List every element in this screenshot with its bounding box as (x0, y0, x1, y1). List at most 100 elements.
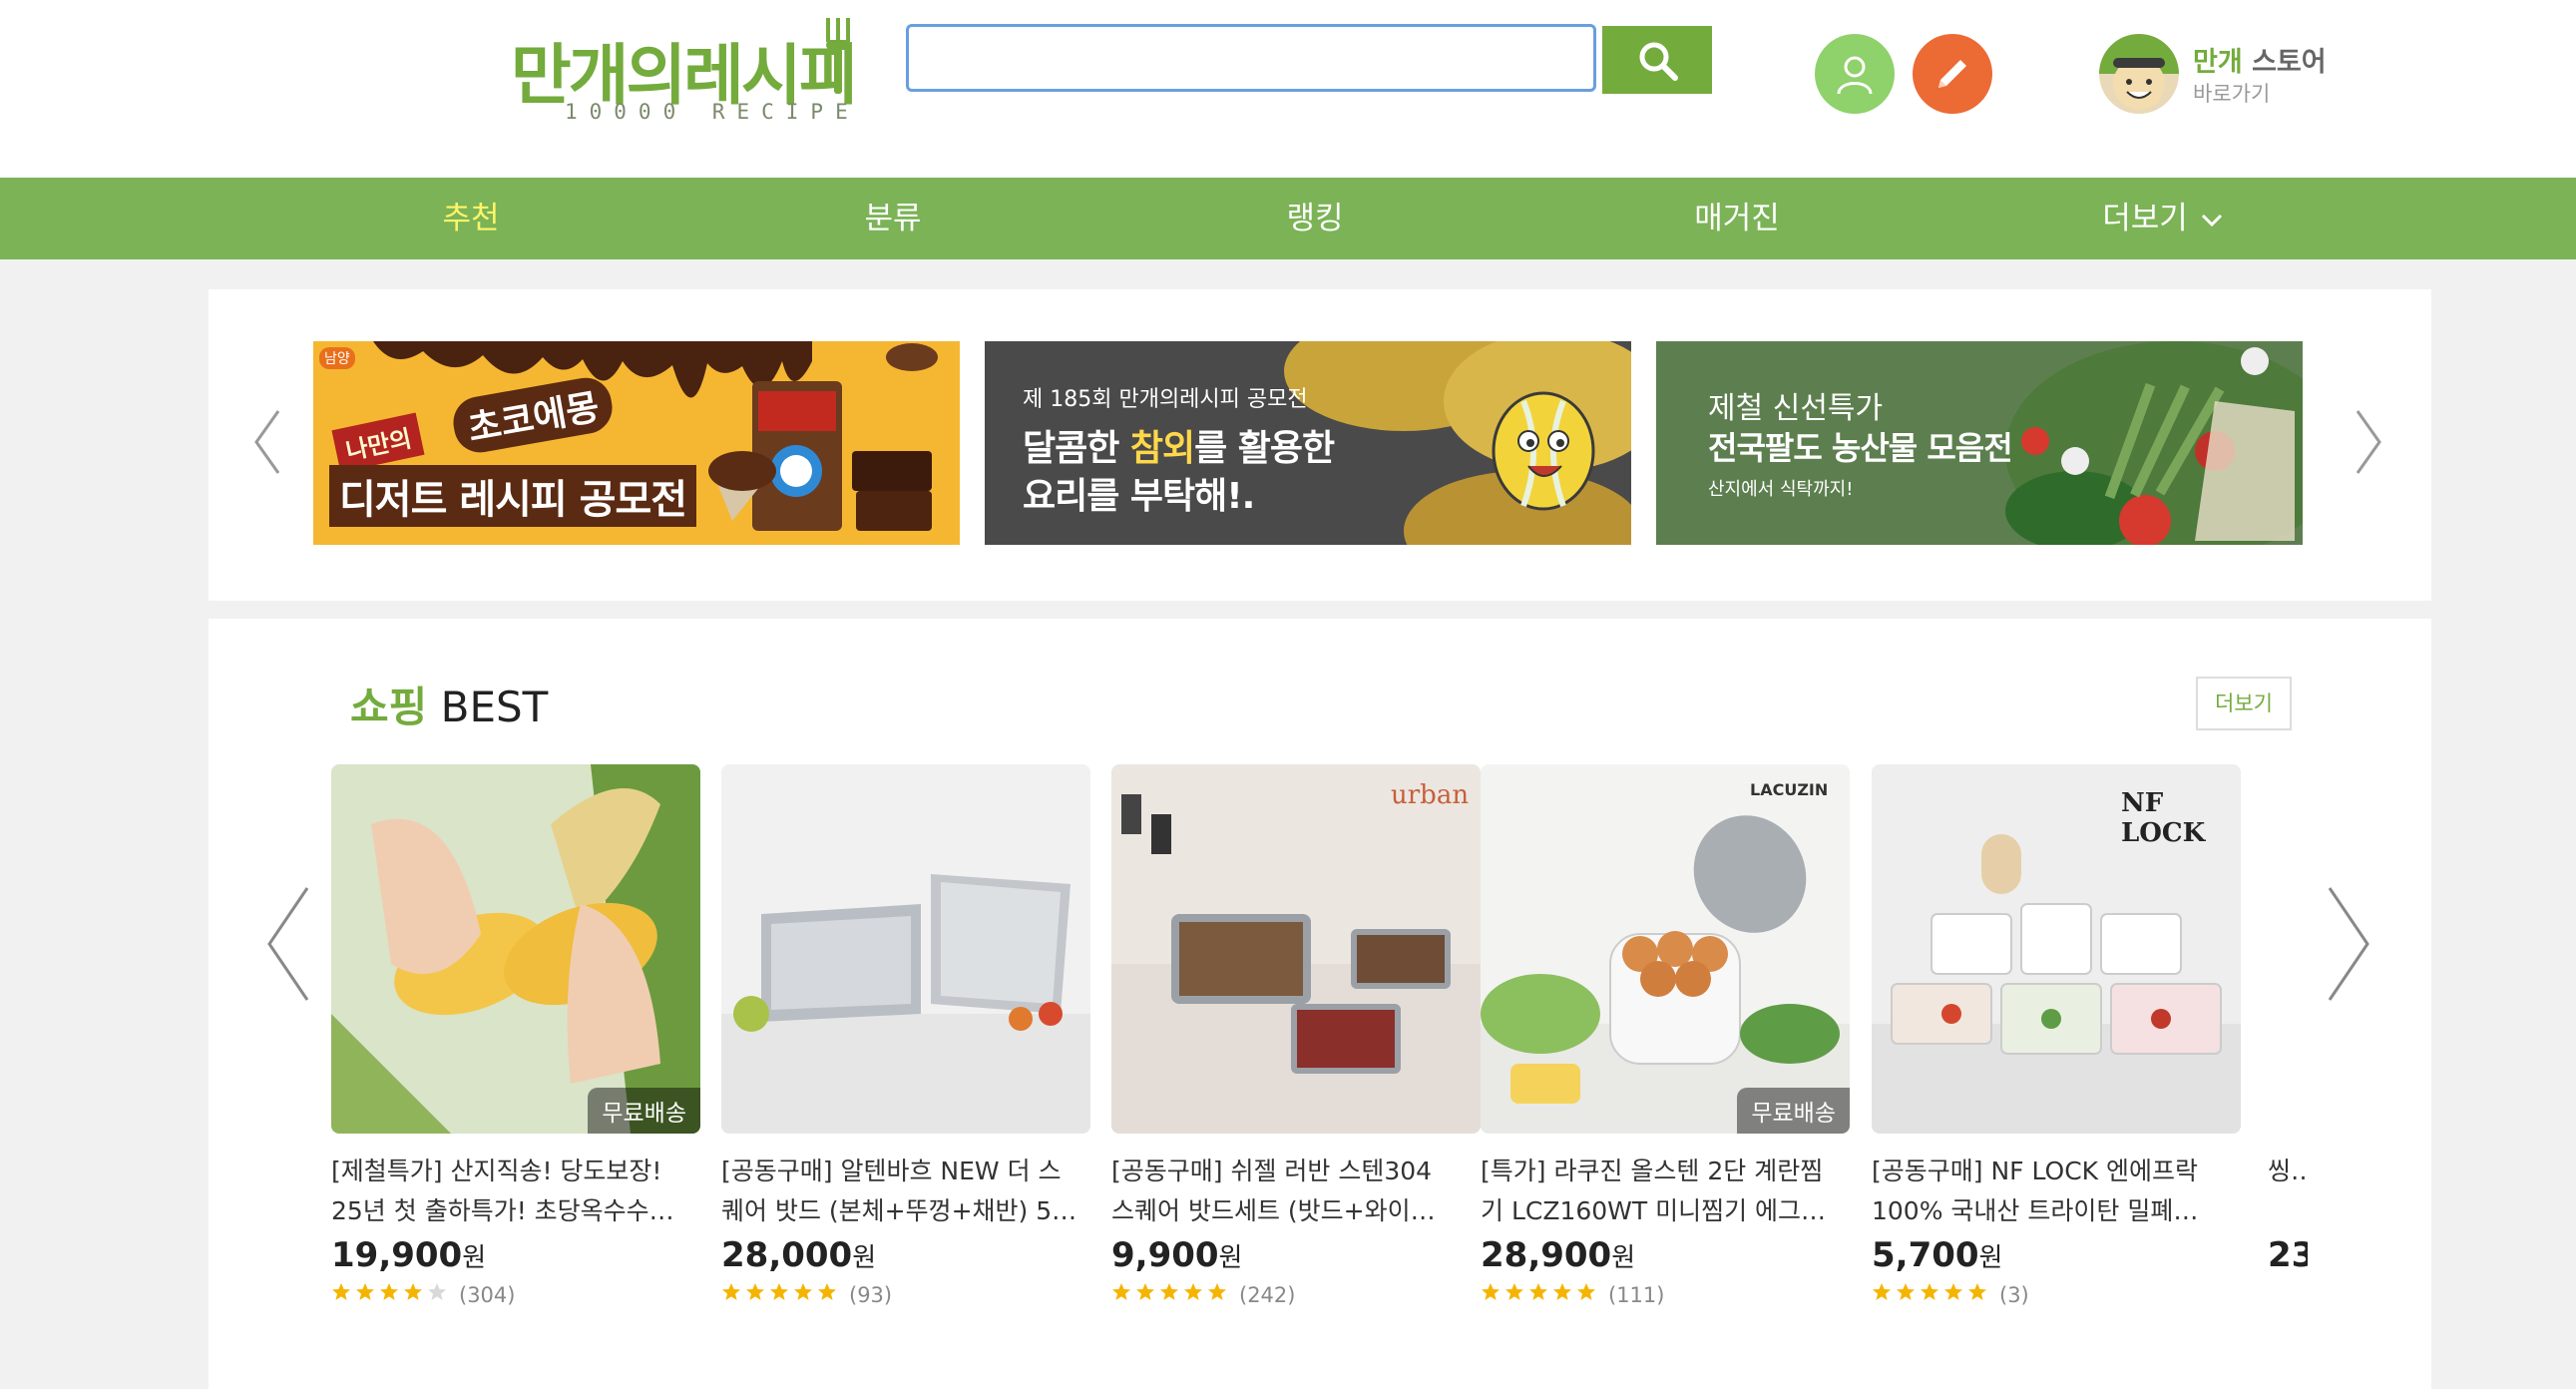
corn-image (331, 764, 700, 1134)
product-brand-mark: urban (1391, 780, 1470, 810)
product-price: 19,900원 (331, 1235, 487, 1275)
product-card[interactable]: LACUZIN 무료배송 [특가] 라쿠진 올스텐 2단 계란찜 기 LCZ16… (1481, 764, 1850, 1309)
product-rating: (111) (1481, 1281, 1850, 1309)
product-image[interactable]: LACUZIN 무료배송 (1481, 764, 1850, 1134)
product-rating: (242) (1111, 1281, 1481, 1309)
star-icon (380, 1283, 398, 1300)
product-image[interactable]: urban (1111, 764, 1481, 1134)
nav-item-category[interactable]: 분류 (743, 178, 1043, 259)
banner-fresh-produce[interactable]: 제철 신선특가 전국팔도 농산물 모음전 산지에서 식탁까지! (1656, 341, 2303, 545)
banner3-line2: 전국팔도 농산물 모음전 (1708, 429, 2013, 467)
free-shipping-badge: 무료배송 (588, 1088, 700, 1134)
review-count: (242) (1239, 1282, 1296, 1307)
banner-next-arrow-icon[interactable] (2354, 407, 2383, 477)
nav-item-ranking[interactable]: 랭킹 (1165, 178, 1465, 259)
star-icon (1112, 1283, 1130, 1300)
star-icon (818, 1283, 836, 1300)
banner3-line3: 산지에서 식탁까지! (1708, 479, 1854, 500)
banner-melon-contest[interactable]: 제 185회 만개의레시피 공모전 달콤한 참외를 활용한 요리를 부탁해!. (985, 341, 1631, 545)
star-icon (1577, 1283, 1595, 1300)
product-image[interactable]: NF LOCK (1872, 764, 2241, 1134)
product-rating: (3) (1872, 1281, 2241, 1309)
product-card[interactable]: 씽크 23 (2268, 764, 2308, 1275)
star-icon (1968, 1283, 1986, 1300)
star-rating-icon (721, 1281, 843, 1308)
product-card[interactable]: 무료배송 [제철특가] 산지직송! 당도보장! 25년 첫 출하특가! 초당옥수… (331, 764, 700, 1309)
site-header: 만개의레시피 10000 RECIPE 만개 스토어 바로가기 (0, 0, 2576, 178)
product-name: [제철특가] 산지직송! 당도보장! 25년 첫 출하특가! 초당옥수수… (331, 1157, 674, 1225)
product-card[interactable]: NF LOCK [공동구매] NF LOCK 엔에프락 100% 국내산 트라이… (1872, 764, 2241, 1309)
product-price: 5,700원 (1872, 1235, 2003, 1275)
product-name: 씽크 (2268, 1157, 2308, 1185)
fork-icon (826, 18, 850, 94)
store-link[interactable]: 만개 스토어 바로가기 (2099, 32, 2359, 116)
banner2-line1: 제 185회 만개의레시피 공모전 (1023, 387, 1308, 412)
product-price: 9,900원 (1111, 1235, 1243, 1275)
product-name: [공동구매] 쉬젤 러반 스텐304 스퀘어 밧드세트 (밧드+와이… (1111, 1157, 1436, 1225)
star-icon (1482, 1283, 1500, 1300)
shop-next-arrow-icon[interactable] (2324, 884, 2373, 1004)
product-card[interactable]: [공동구매] 알텐바흐 NEW 더 스 퀘어 밧드 (본체+뚜껑+채반) 5… … (721, 764, 1090, 1309)
pencil-icon (1938, 60, 1966, 88)
square-tray-image (721, 764, 1090, 1134)
star-icon (746, 1283, 764, 1300)
nav-item-magazine[interactable]: 매거진 (1587, 178, 1887, 259)
nav-item-more-label: 더보기 (2102, 201, 2188, 236)
star-icon (1505, 1283, 1523, 1300)
review-count: (93) (849, 1282, 893, 1307)
nav-item-recommend[interactable]: 추천 (321, 178, 621, 259)
nav-item-more[interactable]: 더보기 (2013, 178, 2313, 259)
tray-set-image (1111, 764, 1481, 1134)
product-card[interactable]: urban [공동구매] 쉬젤 러반 스텐304 스퀘어 밧드세트 (밧드+와이… (1111, 764, 1481, 1309)
product-brand-mark: LACUZIN (1750, 780, 1829, 799)
site-logo[interactable]: 만개의레시피 10000 RECIPE (511, 14, 859, 134)
star-icon (356, 1283, 374, 1300)
star-rating-icon (331, 1281, 453, 1308)
star-icon (1184, 1283, 1202, 1300)
banner-carousel: 남양 나만의 초코에몽 디저트 레시피 공모전 제 185회 만개의레시피 공모… (209, 289, 2431, 601)
product-price: 28,000원 (721, 1235, 877, 1275)
section-title: 쇼핑 BEST (350, 683, 549, 731)
product-price: 28,900원 (1481, 1235, 1636, 1275)
banner2-line2: 달콤한 참외를 활용한 (1023, 428, 1335, 469)
banner3-line1: 제철 신선특가 (1708, 391, 1884, 426)
star-icon (428, 1283, 446, 1300)
search-input[interactable] (906, 24, 1596, 92)
star-icon (1553, 1283, 1571, 1300)
more-button[interactable]: 더보기 (2196, 677, 2292, 730)
write-recipe-button[interactable] (1913, 34, 1992, 114)
star-rating-icon (1481, 1281, 1602, 1308)
search-button[interactable] (1602, 26, 1712, 94)
product-name: [공동구매] 알텐바흐 NEW 더 스 퀘어 밧드 (본체+뚜껑+채반) 5… (721, 1157, 1077, 1225)
store-mascot-icon (2099, 34, 2179, 114)
logo-subtitle: 10000 RECIPE (565, 100, 860, 124)
star-icon (1136, 1283, 1154, 1300)
banner-dessert-contest[interactable]: 남양 나만의 초코에몽 디저트 레시피 공모전 (313, 341, 960, 545)
store-title: 만개 스토어 (2193, 47, 2327, 78)
product-rating: (304) (331, 1281, 700, 1309)
product-name: [특가] 라쿠진 올스텐 2단 계란찜 기 LCZ160WT 미니찜기 에그… (1481, 1157, 1827, 1225)
banner1-brand-logo: 남양 (319, 347, 355, 369)
store-subtitle: 바로가기 (2193, 82, 2271, 106)
banner1-title: 디저트 레시피 공모전 (329, 465, 697, 527)
product-name: [공동구매] NF LOCK 엔에프락 100% 국내산 트라이탄 밀폐… (1872, 1157, 2199, 1225)
free-shipping-badge: 무료배송 (1737, 1088, 1850, 1134)
my-page-button[interactable] (1815, 34, 1895, 114)
review-count: (111) (1608, 1282, 1665, 1307)
product-rating: (93) (721, 1281, 1090, 1309)
search-icon (1639, 42, 1678, 81)
product-brand-mark: NF LOCK (2121, 788, 2206, 848)
shop-prev-arrow-icon[interactable] (263, 884, 313, 1004)
star-rating-icon (1111, 1281, 1233, 1308)
product-price: 23 (2268, 1235, 2308, 1275)
product-image[interactable]: 무료배송 (331, 764, 700, 1134)
shopping-best-section: 쇼핑 BEST 더보기 무료배송 [제철특가] 산지직송! 당도보장! 25년 … (209, 619, 2431, 1389)
review-count: (304) (459, 1282, 516, 1307)
egg-steamer-image (1481, 764, 1850, 1134)
star-icon (1160, 1283, 1178, 1300)
product-image[interactable] (721, 764, 1090, 1134)
star-icon (1529, 1283, 1547, 1300)
main-nav: 추천 분류 랭킹 매거진 더보기 (0, 178, 2576, 259)
star-icon (332, 1283, 350, 1300)
banner-prev-arrow-icon[interactable] (252, 407, 282, 477)
